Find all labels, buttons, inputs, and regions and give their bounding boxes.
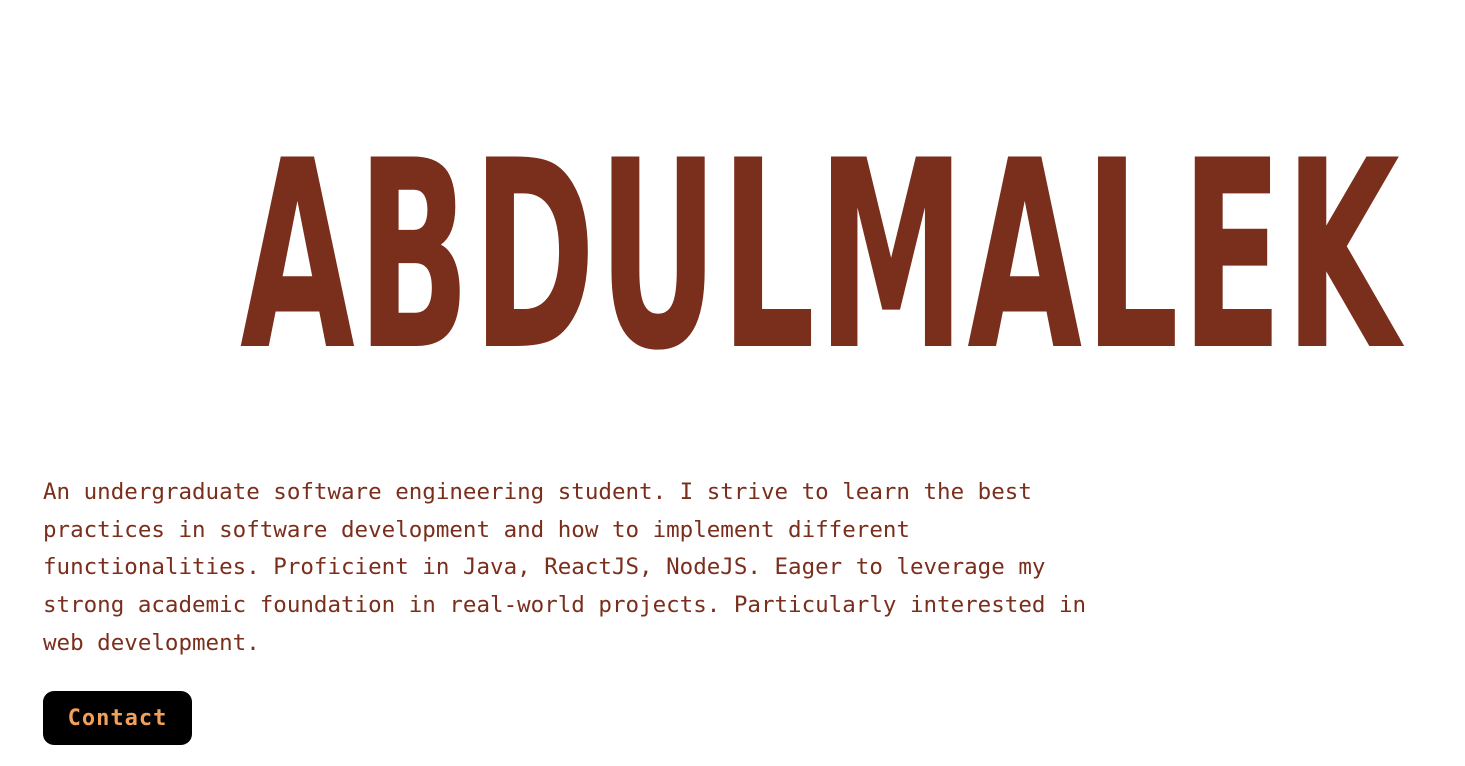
hero-name-graphic: ABDULMALEK <box>240 150 1405 360</box>
page: ABDULMALEK An undergraduate software eng… <box>0 0 1465 766</box>
hero-name: ABDULMALEK <box>0 150 1465 360</box>
hero-name-text: ABDULMALEK <box>240 150 1405 360</box>
contact-button[interactable]: Contact <box>43 691 192 745</box>
bio-paragraph: An undergraduate software engineering st… <box>43 479 1087 656</box>
